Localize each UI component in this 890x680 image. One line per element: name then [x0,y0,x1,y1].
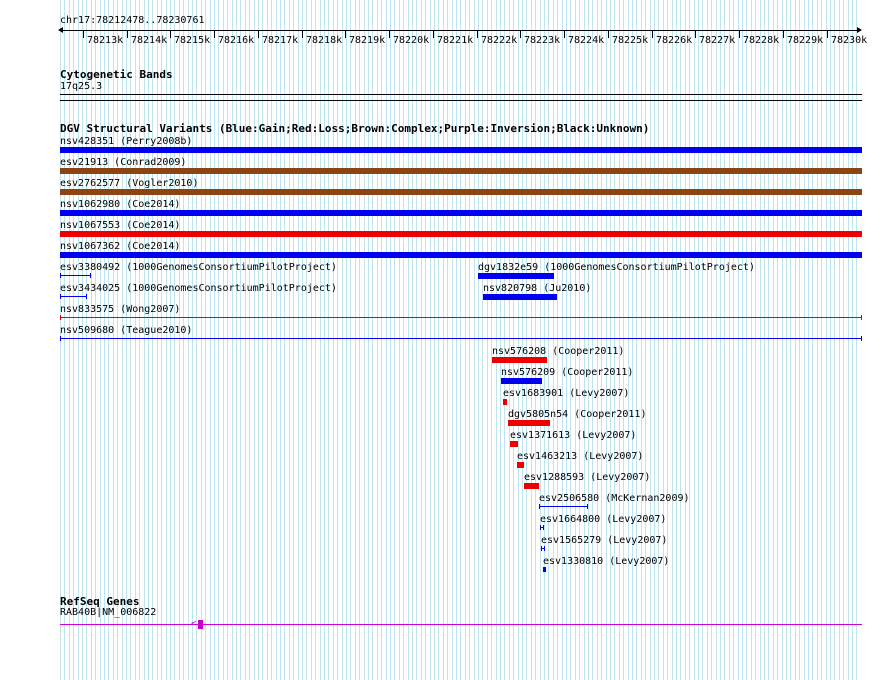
variant-bar[interactable] [60,168,862,174]
variant-bar[interactable] [503,399,507,405]
ruler-tick-label: 78219k [349,35,386,46]
variant-label[interactable]: esv3434025 (1000GenomesConsortiumPilotPr… [60,283,337,295]
variant-bar[interactable] [60,189,862,195]
cytoband-line-bottom [60,100,862,101]
variant-bar[interactable] [60,317,862,318]
variant-bar[interactable] [60,231,862,237]
variant-label[interactable]: esv1371613 (Levy2007) [510,430,636,442]
ruler-tick-label: 78215k [174,35,211,46]
ruler-tick-label: 78222k [481,35,518,46]
variant-label[interactable]: nsv833575 (Wong2007) [60,304,180,316]
variant-bar[interactable] [543,567,546,572]
ruler-tick-label: 78228k [743,35,780,46]
variant-label[interactable]: esv1565279 (Levy2007) [541,535,667,547]
variant-bar[interactable] [60,275,91,276]
refseq-gene-label[interactable]: RAB40B|NM_006822 [60,607,156,619]
variant-bar[interactable] [510,441,518,447]
ruler-tick-label: 78217k [262,35,299,46]
ruler-tick [170,30,171,38]
variant-bar[interactable] [524,483,539,489]
ruler-tick [783,30,784,38]
ruler-tick [302,30,303,38]
variant-bar[interactable] [478,273,554,279]
ruler-tick [214,30,215,38]
variant-bar[interactable] [60,338,862,339]
variant-label[interactable]: esv2506580 (McKernan2009) [539,493,690,505]
ruler-left-arrow [58,27,63,33]
refseq-gene-line[interactable] [60,624,862,625]
region-label: chr17:78212478..78230761 [60,15,205,26]
dgv-title: DGV Structural Variants (Blue:Gain;Red:L… [60,122,650,135]
ruler-tick-label: 78221k [437,35,474,46]
variant-label[interactable]: nsv509680 (Teague2010) [60,325,192,337]
variant-bar[interactable] [60,252,862,258]
ruler-tick-label: 78216k [218,35,255,46]
cytoband-label: 17q25.3 [60,81,103,92]
ruler-tick [477,30,478,38]
ruler-tick-label: 78230k [831,35,868,46]
ruler-tick [827,30,828,38]
ruler-tick [433,30,434,38]
ruler-tick-label: 78214k [131,35,168,46]
variant-bar[interactable] [60,296,87,297]
ruler-tick [520,30,521,38]
variant-bar[interactable] [508,420,550,426]
ruler-tick [695,30,696,38]
variant-bar[interactable] [517,462,524,468]
ruler-tick [564,30,565,38]
variant-bar[interactable] [541,548,545,549]
variant-bar[interactable] [60,210,862,216]
ruler-tick [652,30,653,38]
ruler-tick-label: 78224k [568,35,605,46]
cytogenetic-title: Cytogenetic Bands [60,68,173,81]
ruler-tick [258,30,259,38]
ruler-tick-label: 78220k [393,35,430,46]
ruler-tick-label: 78227k [699,35,736,46]
ruler-tick [608,30,609,38]
cytoband-line-top [60,94,862,95]
ruler-tick-label: 78229k [787,35,824,46]
ruler-line [60,30,860,31]
variant-bar[interactable] [60,147,862,153]
variant-label[interactable]: esv1664800 (Levy2007) [540,514,666,526]
refseq-gene-exon[interactable] [198,620,203,629]
variant-label[interactable]: esv1463213 (Levy2007) [517,451,643,463]
ruler-tick [739,30,740,38]
ruler-tick [389,30,390,38]
variant-label[interactable]: esv1330810 (Levy2007) [543,556,669,568]
variant-bar[interactable] [483,294,557,300]
ruler-tick-label: 78226k [656,35,693,46]
ruler-tick [345,30,346,38]
variant-bar[interactable] [540,527,544,528]
ruler-tick-label: 78218k [306,35,343,46]
ruler-tick-label: 78225k [612,35,649,46]
variant-bar[interactable] [501,378,542,384]
variant-label[interactable]: esv3380492 (1000GenomesConsortiumPilotPr… [60,262,337,274]
ruler-tick [127,30,128,38]
variant-label[interactable]: esv1288593 (Levy2007) [524,472,650,484]
ruler-tick [83,30,84,38]
variant-label[interactable]: esv1683901 (Levy2007) [503,388,629,400]
variant-bar[interactable] [539,506,588,507]
refseq-strand-arrow: < [191,619,197,629]
ruler-tick-label: 78223k [524,35,561,46]
ruler-right-arrow [857,27,862,33]
ruler-tick-label: 78213k [87,35,124,46]
variant-bar[interactable] [492,357,547,363]
background-grid [60,0,857,680]
